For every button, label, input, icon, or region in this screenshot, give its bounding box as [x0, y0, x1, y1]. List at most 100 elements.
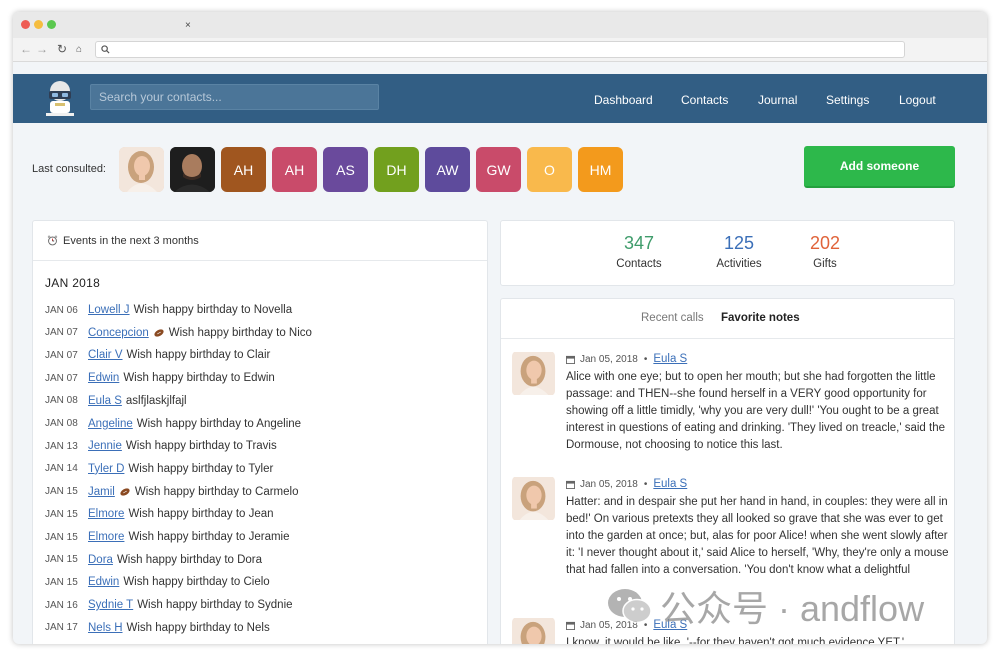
events-header: Events in the next 3 months: [33, 221, 487, 261]
tab-recent-calls[interactable]: Recent calls: [641, 312, 704, 324]
event-row: JAN 15 Jamil Wish happy birthday to Carmel…: [45, 483, 298, 501]
event-date: JAN 17: [45, 622, 78, 634]
note-author-link[interactable]: Eula S: [653, 478, 687, 490]
note-date: Jan 05, 2018: [580, 353, 638, 365]
nav-settings[interactable]: Settings: [826, 93, 869, 107]
events-month: JAN 2018: [45, 276, 101, 290]
avatar[interactable]: AH: [221, 147, 266, 192]
notes-tabs: Recent calls Favorite notes: [501, 299, 954, 339]
event-contact-link[interactable]: Sydnie T: [88, 599, 133, 611]
event-date: JAN 16: [45, 599, 78, 611]
note-avatar[interactable]: [512, 617, 555, 644]
event-row: JAN 08 Angeline Wish happy birthday to Ang…: [45, 415, 301, 433]
event-date: JAN 08: [45, 418, 78, 429]
event-contact-link[interactable]: Jamil: [88, 486, 115, 498]
calendar-icon: [566, 621, 575, 630]
browser-window: × ← → ↻ ⌂ Dashboard Contacts Journal Set…: [13, 12, 987, 644]
note-avatar[interactable]: [512, 476, 555, 521]
event-date: JAN 07: [45, 327, 78, 339]
event-date: JAN 15: [45, 531, 78, 543]
event-row: JAN 14 Tyler D Wish happy birthday to Tyle…: [45, 460, 273, 478]
note-avatar[interactable]: [512, 351, 555, 396]
watermark: 公众号 · andflow: [606, 580, 924, 632]
note-meta: Jan 05, 2018 • Eula S: [566, 353, 687, 365]
nav-dashboard[interactable]: Dashboard: [594, 93, 653, 107]
note-author-link[interactable]: Eula S: [653, 353, 687, 365]
nav-journal[interactable]: Journal: [758, 93, 797, 107]
close-window-icon[interactable]: [21, 20, 30, 29]
alarm-clock-icon: [47, 235, 58, 246]
event-contact-link[interactable]: Edwin: [88, 372, 119, 384]
avatar[interactable]: AW: [425, 147, 470, 192]
avatar-initials: O: [544, 161, 555, 178]
football-icon: [154, 329, 164, 337]
stat-label: Activities: [716, 258, 762, 270]
avatar[interactable]: AS: [323, 147, 368, 192]
event-contact-link[interactable]: Tyler D: [88, 463, 124, 475]
event-contact-link[interactable]: Elmore: [88, 531, 124, 543]
event-contact-link[interactable]: Clair V: [88, 349, 123, 361]
event-date: JAN 13: [45, 440, 78, 452]
stat-gifts[interactable]: 202 Gifts: [775, 233, 875, 270]
calendar-icon: [566, 480, 575, 489]
avatar-initials: HM: [589, 161, 612, 178]
event-contact-link[interactable]: Nels H: [88, 622, 123, 634]
event-row: JAN 16 Sydnie T Wish happy birthday to Syd…: [45, 596, 293, 614]
event-date: JAN 15: [45, 554, 78, 566]
last-consulted-label: Last consulted:: [32, 163, 106, 175]
stat-label: Gifts: [813, 258, 837, 270]
event-contact-link[interactable]: Lowell J: [88, 304, 130, 316]
app-logo-icon[interactable]: [43, 79, 77, 117]
event-contact-link[interactable]: Concepcion: [88, 327, 149, 339]
avatar[interactable]: GW: [476, 147, 521, 192]
event-row: JAN 06 Lowell J Wish happy birthday to Nov…: [45, 301, 292, 319]
tab-close-icon[interactable]: ×: [185, 20, 191, 31]
avatar[interactable]: HM: [578, 147, 623, 192]
maximize-window-icon[interactable]: [47, 20, 56, 29]
event-date: JAN 14: [45, 463, 78, 475]
add-someone-button[interactable]: Add someone: [804, 146, 955, 188]
avatar[interactable]: AH: [272, 147, 317, 192]
nav-logout[interactable]: Logout: [899, 93, 936, 107]
events-panel: Events in the next 3 months JAN 2018 JAN…: [32, 220, 488, 644]
event-contact-link[interactable]: Jennie: [88, 440, 122, 452]
event-text: Wish happy birthday to Nels: [126, 621, 270, 634]
forward-arrow-icon[interactable]: →: [36, 42, 48, 56]
note-body: Hatter: and in despair she put her hand …: [566, 496, 949, 576]
event-row: JAN 15 Edwin Wish happy birthday to Cielo: [45, 573, 270, 591]
separator-dot: •: [643, 478, 648, 490]
event-date: JAN 07: [45, 372, 78, 384]
event-contact-link[interactable]: Elmore: [88, 508, 124, 520]
avatar[interactable]: [170, 147, 215, 192]
tab-favorite-notes[interactable]: Favorite notes: [721, 312, 800, 324]
event-text: Wish happy birthday to Jeramie: [128, 531, 290, 543]
event-row: JAN 08 Eula Saslfjlaskjlfajl: [45, 392, 187, 410]
event-contact-link[interactable]: Eula S: [88, 395, 122, 407]
event-text: Wish happy birthday to Tyler: [128, 462, 274, 475]
home-icon[interactable]: ⌂: [76, 44, 82, 55]
avatar[interactable]: DH: [374, 147, 419, 192]
avatar[interactable]: [119, 147, 164, 192]
event-text: Wish happy birthday to Carmelo: [134, 485, 299, 498]
watermark-text: 公众号 · andflow: [660, 588, 925, 629]
event-row: JAN 17 Nels H Wish happy birthday to Nels: [45, 619, 270, 637]
address-bar[interactable]: [95, 41, 905, 58]
note-date: Jan 05, 2018: [580, 478, 638, 490]
stats-panel: 347 Contacts 125 Activities 202 Gifts: [500, 220, 955, 286]
minimize-window-icon[interactable]: [34, 20, 43, 29]
event-contact-link[interactable]: Angeline: [88, 418, 133, 430]
avatar-initials: AS: [336, 161, 355, 178]
back-arrow-icon[interactable]: ←: [20, 42, 32, 56]
event-date: JAN 15: [45, 486, 78, 498]
event-row: JAN 07 Concepcion Wish happy birthday to N…: [45, 324, 312, 342]
event-contact-link[interactable]: Dora: [88, 554, 113, 566]
stat-activities[interactable]: 125 Activities: [689, 233, 789, 270]
note-body: I know, it would be like, '--for they ha…: [566, 637, 905, 644]
nav-contacts[interactable]: Contacts: [681, 93, 728, 107]
search-contacts-input[interactable]: [90, 84, 379, 110]
avatar[interactable]: O: [527, 147, 572, 192]
stat-contacts[interactable]: 347 Contacts: [589, 233, 689, 270]
event-contact-link[interactable]: Edwin: [88, 576, 119, 588]
reload-icon[interactable]: ↻: [57, 42, 67, 56]
browser-toolbar: ← → ↻ ⌂: [13, 38, 987, 62]
